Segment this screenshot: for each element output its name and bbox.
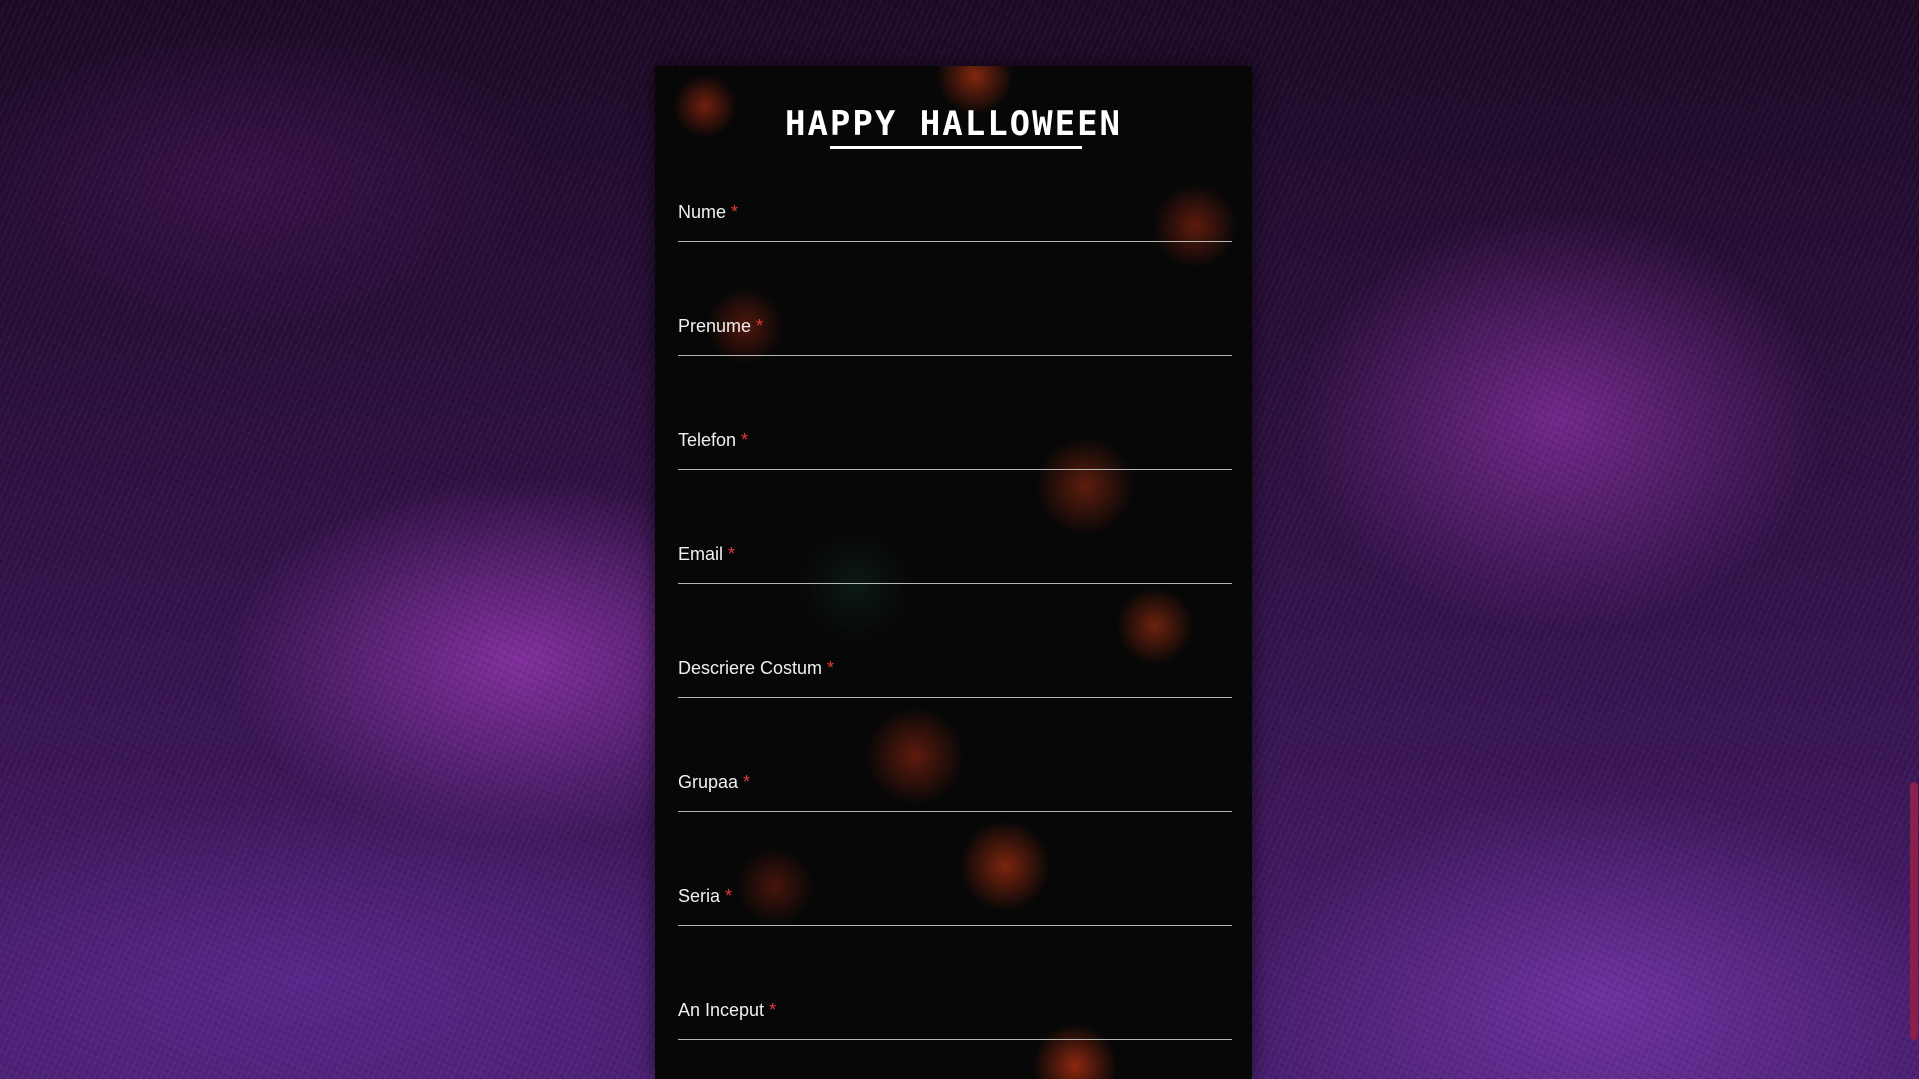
email-input[interactable] (678, 544, 1232, 584)
registration-form-panel: HAPPY HALLOWEEN Nume * Prenume * Telefon * … (655, 66, 1252, 1079)
grupaa-label: Grupaa * (678, 770, 750, 794)
an-inceput-label-text: An Inceput (678, 1000, 765, 1020)
page-title: HAPPY HALLOWEEN (784, 104, 1123, 144)
email-label: Email * (678, 542, 735, 566)
required-mark: * (743, 772, 751, 792)
field-email: Email * (678, 542, 1232, 596)
field-seria: Seria * (678, 884, 1232, 938)
telefon-label-text: Telefon (678, 430, 737, 450)
required-mark: * (731, 202, 739, 222)
nume-input[interactable] (678, 202, 1232, 242)
title-underline (830, 146, 1082, 149)
required-mark: * (728, 544, 736, 564)
field-an-inceput: An Inceput * (678, 998, 1232, 1052)
field-grupaa: Grupaa * (678, 770, 1232, 824)
nume-label-text: Nume (678, 202, 727, 222)
email-label-text: Email (678, 544, 724, 564)
descriere-costum-label-text: Descriere Costum (678, 658, 823, 678)
nume-label: Nume * (678, 200, 738, 224)
field-descriere-costum: Descriere Costum * (678, 656, 1232, 710)
field-telefon: Telefon * (678, 428, 1232, 482)
prenume-label-text: Prenume (678, 316, 752, 336)
telefon-input[interactable] (678, 430, 1232, 470)
required-mark: * (827, 658, 835, 678)
required-mark: * (725, 886, 733, 906)
telefon-label: Telefon * (678, 428, 748, 452)
field-prenume: Prenume * (678, 314, 1232, 368)
required-mark: * (769, 1000, 777, 1020)
scrollbar-thumb[interactable] (1910, 782, 1918, 1040)
grupaa-label-text: Grupaa (678, 772, 739, 792)
seria-input[interactable] (678, 886, 1232, 926)
required-mark: * (756, 316, 764, 336)
seria-label: Seria * (678, 884, 732, 908)
grupaa-input[interactable] (678, 772, 1232, 812)
field-nume: Nume * (678, 200, 1232, 254)
descriere-costum-label: Descriere Costum * (678, 656, 834, 680)
required-mark: * (741, 430, 749, 450)
an-inceput-label: An Inceput * (678, 998, 776, 1022)
prenume-label: Prenume * (678, 314, 763, 338)
seria-label-text: Seria (678, 886, 721, 906)
